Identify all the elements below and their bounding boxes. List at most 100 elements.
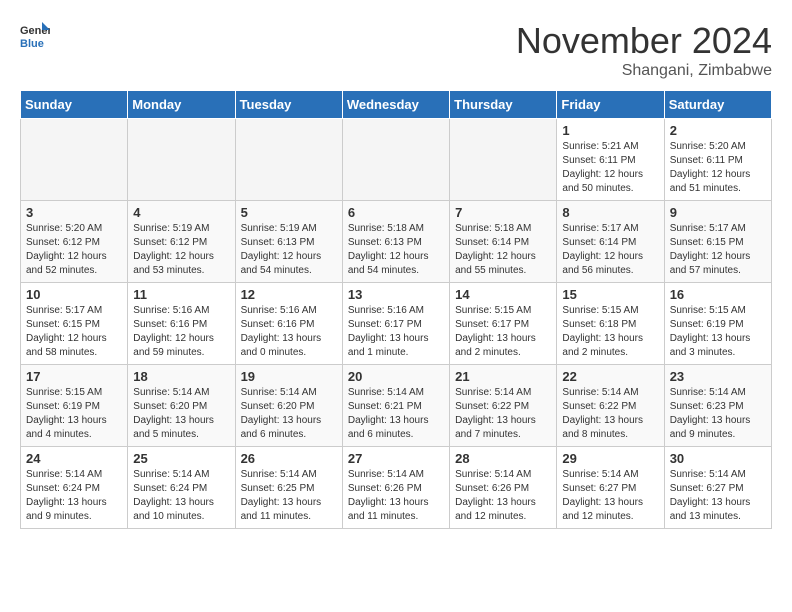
day-number: 18 xyxy=(133,369,229,384)
month-title: November 2024 xyxy=(516,20,772,62)
day-number: 4 xyxy=(133,205,229,220)
day-number: 24 xyxy=(26,451,122,466)
day-number: 15 xyxy=(562,287,658,302)
day-number: 6 xyxy=(348,205,444,220)
day-number: 11 xyxy=(133,287,229,302)
day-number: 2 xyxy=(670,123,766,138)
day-info: Sunrise: 5:15 AM Sunset: 6:18 PM Dayligh… xyxy=(562,304,658,360)
day-number: 16 xyxy=(670,287,766,302)
day-number: 17 xyxy=(26,369,122,384)
calendar-cell: 14 Sunrise: 5:15 AM Sunset: 6:17 PM Dayli… xyxy=(450,283,557,365)
header-wednesday: Wednesday xyxy=(342,91,449,119)
page-header: General Blue November 2024 Shangani, Zim… xyxy=(20,20,772,80)
day-number: 5 xyxy=(241,205,337,220)
day-info: Sunrise: 5:14 AM Sunset: 6:20 PM Dayligh… xyxy=(133,386,229,442)
calendar-cell: 10 Sunrise: 5:17 AM Sunset: 6:15 PM Dayli… xyxy=(21,283,128,365)
calendar-cell: 15 Sunrise: 5:15 AM Sunset: 6:18 PM Dayli… xyxy=(557,283,664,365)
week-row-2: 3 Sunrise: 5:20 AM Sunset: 6:12 PM Daylig… xyxy=(21,201,772,283)
day-number: 1 xyxy=(562,123,658,138)
calendar-cell: 23Sunrise: 5:14 AM Sunset: 6:23 PM Dayli… xyxy=(664,365,771,447)
day-number: 10 xyxy=(26,287,122,302)
header-friday: Friday xyxy=(557,91,664,119)
calendar-cell: 21Sunrise: 5:14 AM Sunset: 6:22 PM Dayli… xyxy=(450,365,557,447)
day-info: Sunrise: 5:20 AM Sunset: 6:11 PM Dayligh… xyxy=(670,140,766,196)
day-info: Sunrise: 5:14 AM Sunset: 6:26 PM Dayligh… xyxy=(348,468,444,524)
day-number: 30 xyxy=(670,451,766,466)
calendar-cell: 16 Sunrise: 5:15 AM Sunset: 6:19 PM Dayli… xyxy=(664,283,771,365)
calendar-cell: 26 Sunrise: 5:14 AM Sunset: 6:25 PM Dayli… xyxy=(235,447,342,529)
calendar-cell: 27 Sunrise: 5:14 AM Sunset: 6:26 PM Dayli… xyxy=(342,447,449,529)
day-info: Sunrise: 5:15 AM Sunset: 6:17 PM Dayligh… xyxy=(455,304,551,360)
calendar-cell: 19 Sunrise: 5:14 AM Sunset: 6:20 PM Dayli… xyxy=(235,365,342,447)
day-info: Sunrise: 5:15 AM Sunset: 6:19 PM Dayligh… xyxy=(670,304,766,360)
day-number: 28 xyxy=(455,451,551,466)
day-number: 7 xyxy=(455,205,551,220)
day-info: Sunrise: 5:14 AM Sunset: 6:27 PM Dayligh… xyxy=(670,468,766,524)
calendar-cell: 28 Sunrise: 5:14 AM Sunset: 6:26 PM Dayli… xyxy=(450,447,557,529)
logo-icon: General Blue xyxy=(20,20,50,50)
day-info: Sunrise: 5:18 AM Sunset: 6:14 PM Dayligh… xyxy=(455,222,551,278)
day-number: 8 xyxy=(562,205,658,220)
day-info: Sunrise: 5:14 AM Sunset: 6:24 PM Dayligh… xyxy=(26,468,122,524)
calendar-cell: 4 Sunrise: 5:19 AM Sunset: 6:12 PM Daylig… xyxy=(128,201,235,283)
day-info: Sunrise: 5:14 AM Sunset: 6:22 PM Dayligh… xyxy=(562,386,658,442)
day-number: 26 xyxy=(241,451,337,466)
day-info: Sunrise: 5:17 AM Sunset: 6:14 PM Dayligh… xyxy=(562,222,658,278)
day-info: Sunrise: 5:19 AM Sunset: 6:12 PM Dayligh… xyxy=(133,222,229,278)
header-saturday: Saturday xyxy=(664,91,771,119)
week-row-3: 10 Sunrise: 5:17 AM Sunset: 6:15 PM Dayli… xyxy=(21,283,772,365)
calendar-cell: 8 Sunrise: 5:17 AM Sunset: 6:14 PM Daylig… xyxy=(557,201,664,283)
day-info: Sunrise: 5:17 AM Sunset: 6:15 PM Dayligh… xyxy=(670,222,766,278)
day-info: Sunrise: 5:18 AM Sunset: 6:13 PM Dayligh… xyxy=(348,222,444,278)
week-row-4: 17 Sunrise: 5:15 AM Sunset: 6:19 PM Dayli… xyxy=(21,365,772,447)
day-info: Sunrise: 5:21 AM Sunset: 6:11 PM Dayligh… xyxy=(562,140,658,196)
calendar-cell: 3 Sunrise: 5:20 AM Sunset: 6:12 PM Daylig… xyxy=(21,201,128,283)
day-info: Sunrise: 5:20 AM Sunset: 6:12 PM Dayligh… xyxy=(26,222,122,278)
logo: General Blue xyxy=(20,20,50,50)
day-info: Sunrise: 5:14 AM Sunset: 6:24 PM Dayligh… xyxy=(133,468,229,524)
day-info: Sunrise: 5:14 AM Sunset: 6:26 PM Dayligh… xyxy=(455,468,551,524)
calendar-cell xyxy=(235,119,342,201)
calendar-cell: 11 Sunrise: 5:16 AM Sunset: 6:16 PM Dayli… xyxy=(128,283,235,365)
day-info: Sunrise: 5:15 AM Sunset: 6:19 PM Dayligh… xyxy=(26,386,122,442)
calendar-cell: 18 Sunrise: 5:14 AM Sunset: 6:20 PM Dayli… xyxy=(128,365,235,447)
header-sunday: Sunday xyxy=(21,91,128,119)
calendar-header-row: SundayMondayTuesdayWednesdayThursdayFrid… xyxy=(21,91,772,119)
day-number: 27 xyxy=(348,451,444,466)
day-number: 22 xyxy=(562,369,658,384)
calendar-cell xyxy=(21,119,128,201)
calendar-cell: 6 Sunrise: 5:18 AM Sunset: 6:13 PM Daylig… xyxy=(342,201,449,283)
header-tuesday: Tuesday xyxy=(235,91,342,119)
calendar-cell: 17 Sunrise: 5:15 AM Sunset: 6:19 PM Dayli… xyxy=(21,365,128,447)
day-number: 13 xyxy=(348,287,444,302)
calendar-cell: 1 Sunrise: 5:21 AM Sunset: 6:11 PM Daylig… xyxy=(557,119,664,201)
week-row-5: 24 Sunrise: 5:14 AM Sunset: 6:24 PM Dayli… xyxy=(21,447,772,529)
day-info: Sunrise: 5:16 AM Sunset: 6:16 PM Dayligh… xyxy=(241,304,337,360)
svg-text:Blue: Blue xyxy=(20,38,44,50)
calendar-cell: 30 Sunrise: 5:14 AM Sunset: 6:27 PM Dayli… xyxy=(664,447,771,529)
calendar-cell: 20 Sunrise: 5:14 AM Sunset: 6:21 PM Dayli… xyxy=(342,365,449,447)
calendar-cell xyxy=(342,119,449,201)
day-number: 23 xyxy=(670,369,766,384)
day-number: 12 xyxy=(241,287,337,302)
day-info: Sunrise: 5:17 AM Sunset: 6:15 PM Dayligh… xyxy=(26,304,122,360)
day-number: 3 xyxy=(26,205,122,220)
calendar-cell: 2 Sunrise: 5:20 AM Sunset: 6:11 PM Daylig… xyxy=(664,119,771,201)
day-number: 19 xyxy=(241,369,337,384)
week-row-1: 1 Sunrise: 5:21 AM Sunset: 6:11 PM Daylig… xyxy=(21,119,772,201)
day-number: 21 xyxy=(455,369,551,384)
day-number: 20 xyxy=(348,369,444,384)
day-info: Sunrise: 5:14 AM Sunset: 6:20 PM Dayligh… xyxy=(241,386,337,442)
day-info: Sunrise: 5:16 AM Sunset: 6:17 PM Dayligh… xyxy=(348,304,444,360)
calendar-cell xyxy=(450,119,557,201)
day-info: Sunrise: 5:14 AM Sunset: 6:25 PM Dayligh… xyxy=(241,468,337,524)
day-info: Sunrise: 5:14 AM Sunset: 6:21 PM Dayligh… xyxy=(348,386,444,442)
calendar-cell: 25Sunrise: 5:14 AM Sunset: 6:24 PM Dayli… xyxy=(128,447,235,529)
day-number: 14 xyxy=(455,287,551,302)
calendar-cell: 5Sunrise: 5:19 AM Sunset: 6:13 PM Daylig… xyxy=(235,201,342,283)
calendar-cell: 7 Sunrise: 5:18 AM Sunset: 6:14 PM Daylig… xyxy=(450,201,557,283)
calendar-cell xyxy=(128,119,235,201)
day-number: 29 xyxy=(562,451,658,466)
calendar-cell: 22 Sunrise: 5:14 AM Sunset: 6:22 PM Dayli… xyxy=(557,365,664,447)
day-info: Sunrise: 5:16 AM Sunset: 6:16 PM Dayligh… xyxy=(133,304,229,360)
